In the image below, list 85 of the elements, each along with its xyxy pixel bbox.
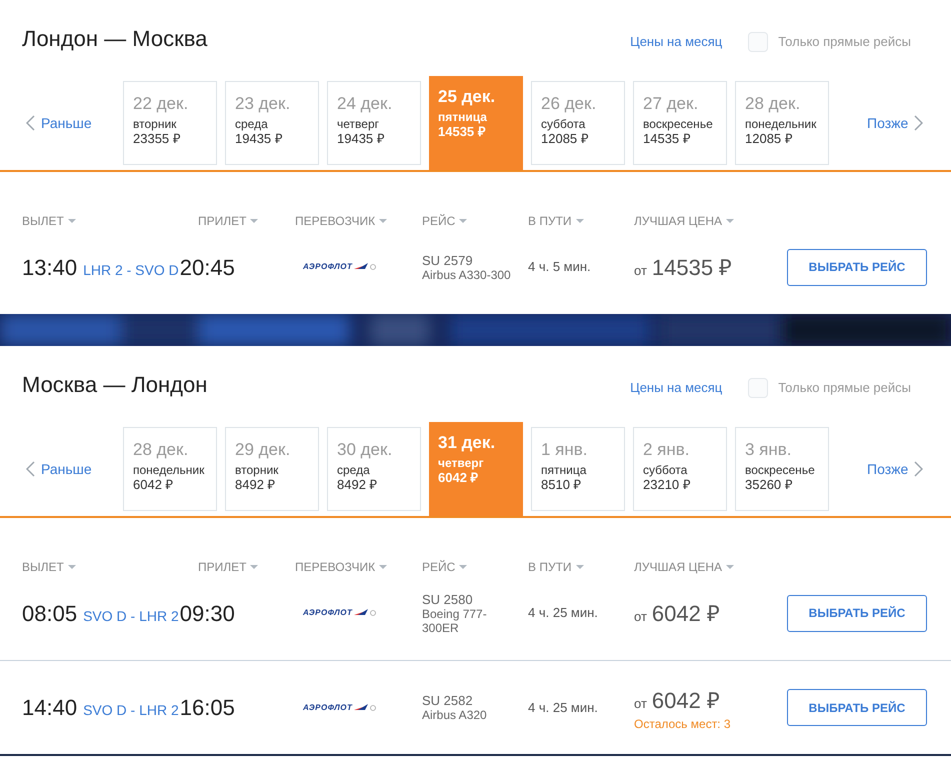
select-flight-button[interactable]: ВЫБРАТЬ РЕЙС bbox=[787, 594, 927, 632]
date-card[interactable]: 30 дек. среда 8492 ₽ bbox=[327, 427, 421, 511]
sort-caret-icon bbox=[576, 565, 584, 569]
date-card[interactable]: 25 дек. пятница 14535 ₽ bbox=[429, 76, 523, 170]
airline-logo: АЭРОФЛОТ bbox=[303, 607, 376, 619]
earlier-button[interactable]: Раньше bbox=[26, 458, 123, 480]
direct-flights-label: Только прямые рейсы bbox=[778, 33, 911, 52]
departure-time: 14:40 bbox=[22, 694, 78, 722]
departure-time: 13:40 bbox=[22, 254, 78, 282]
airport-route: SVO D - LHR 2 bbox=[83, 701, 179, 720]
arrival-time: 16:05 bbox=[180, 694, 235, 722]
best-price: 6042 ₽ bbox=[652, 687, 720, 715]
flight-number: SU 2582 bbox=[422, 693, 474, 708]
airline-logo: АЭРОФЛОТ bbox=[303, 702, 376, 714]
best-price: 14535 ₽ bbox=[652, 254, 732, 282]
date-card[interactable]: 23 дек. среда 19435 ₽ bbox=[225, 81, 319, 165]
select-flight-button[interactable]: ВЫБРАТЬ РЕЙС bbox=[787, 689, 927, 726]
date-card[interactable]: 26 дек. суббота 12085 ₽ bbox=[531, 81, 625, 165]
column-header[interactable]: ЛУЧШАЯ ЦЕНА bbox=[634, 212, 734, 230]
sort-caret-icon bbox=[379, 565, 388, 569]
column-header[interactable]: В ПУТИ bbox=[528, 212, 584, 230]
best-price: 6042 ₽ bbox=[652, 600, 720, 628]
column-header[interactable]: ПЕРЕВОЗЧИК bbox=[295, 212, 388, 230]
airport-route: SVO D - LHR 2 bbox=[83, 606, 179, 626]
date-card[interactable]: 1 янв. пятница 8510 ₽ bbox=[531, 427, 625, 511]
chevron-left-icon bbox=[26, 115, 35, 131]
flight-duration: 4 ч. 5 мин. bbox=[528, 258, 592, 276]
later-button[interactable]: Позже bbox=[867, 458, 924, 480]
airline-logo: АЭРОФЛОТ bbox=[303, 261, 376, 273]
month-prices-link[interactable]: Цены на месяц bbox=[630, 378, 722, 398]
select-flight-button[interactable]: ВЫБРАТЬ РЕЙС bbox=[787, 248, 927, 286]
chevron-left-icon bbox=[26, 461, 35, 477]
sort-caret-icon bbox=[68, 565, 76, 569]
flight-number: SU 2580 bbox=[422, 592, 474, 606]
column-header[interactable]: ПЕРЕВОЗЧИК bbox=[295, 558, 388, 576]
sort-caret-icon bbox=[459, 565, 468, 569]
date-card[interactable]: 24 дек. четверг 19435 ₽ bbox=[327, 81, 421, 165]
departure-time: 08:05 bbox=[22, 600, 78, 628]
aircraft-type: Boeing 777-300ER bbox=[422, 606, 488, 634]
direct-flights-checkbox[interactable] bbox=[748, 32, 768, 52]
direct-flights-checkbox[interactable] bbox=[748, 378, 768, 398]
aircraft-type: Airbus A320 bbox=[422, 708, 488, 722]
column-header[interactable]: ПРИЛЕТ bbox=[198, 212, 258, 230]
later-button[interactable]: Позже bbox=[867, 112, 924, 134]
date-card[interactable]: 27 дек. воскресенье 14535 ₽ bbox=[633, 81, 727, 165]
date-card[interactable]: 2 янв. суббота 23210 ₽ bbox=[633, 427, 727, 511]
sort-caret-icon bbox=[576, 219, 584, 223]
sort-caret-icon bbox=[379, 219, 388, 223]
column-header[interactable]: ПРИЛЕТ bbox=[198, 558, 258, 576]
chevron-right-icon bbox=[914, 461, 924, 477]
date-card[interactable]: 22 дек. вторник 23355 ₽ bbox=[123, 81, 217, 165]
aircraft-type: Airbus A330-300 bbox=[422, 268, 512, 282]
date-card[interactable]: 31 дек. четверг 6042 ₽ bbox=[429, 422, 523, 516]
route-title: Москва — Лондон bbox=[22, 370, 208, 398]
chevron-right-icon bbox=[914, 115, 924, 131]
sort-caret-icon bbox=[250, 565, 258, 569]
flight-duration: 4 ч. 25 мин. bbox=[528, 698, 599, 717]
earlier-button[interactable]: Раньше bbox=[26, 112, 123, 134]
direct-flights-label: Только прямые рейсы bbox=[778, 379, 911, 398]
price-prefix: от bbox=[634, 608, 647, 626]
price-prefix: от bbox=[634, 695, 647, 713]
column-header[interactable]: РЕЙС bbox=[422, 558, 468, 576]
route-title: Лондон — Москва bbox=[22, 24, 208, 52]
sort-caret-icon bbox=[459, 219, 468, 223]
column-header[interactable]: ВЫЛЕТ bbox=[22, 212, 76, 230]
column-header[interactable]: РЕЙС bbox=[422, 212, 468, 230]
sort-caret-icon bbox=[250, 219, 258, 223]
date-card[interactable]: 29 дек. вторник 8492 ₽ bbox=[225, 427, 319, 511]
column-header[interactable]: ЛУЧШАЯ ЦЕНА bbox=[634, 558, 734, 576]
sort-caret-icon bbox=[68, 219, 76, 223]
date-card[interactable]: 28 дек. понедельник 6042 ₽ bbox=[123, 427, 217, 511]
price-prefix: от bbox=[634, 262, 647, 280]
column-header[interactable]: В ПУТИ bbox=[528, 558, 584, 576]
flight-duration: 4 ч. 25 мин. bbox=[528, 604, 599, 622]
arrival-time: 09:30 bbox=[180, 600, 235, 628]
column-header[interactable]: ВЫЛЕТ bbox=[22, 558, 76, 576]
airport-route: LHR 2 - SVO D bbox=[83, 260, 179, 280]
date-card[interactable]: 3 янв. воскресенье 35260 ₽ bbox=[735, 427, 829, 511]
arrival-time: 20:45 bbox=[180, 254, 235, 282]
seats-left-note: Осталось мест: 3 bbox=[634, 717, 732, 731]
sort-caret-icon bbox=[726, 565, 734, 569]
flight-number: SU 2579 bbox=[422, 252, 474, 268]
month-prices-link[interactable]: Цены на месяц bbox=[630, 32, 722, 52]
sort-caret-icon bbox=[726, 219, 734, 223]
date-card[interactable]: 28 дек. понедельник 12085 ₽ bbox=[735, 81, 829, 165]
